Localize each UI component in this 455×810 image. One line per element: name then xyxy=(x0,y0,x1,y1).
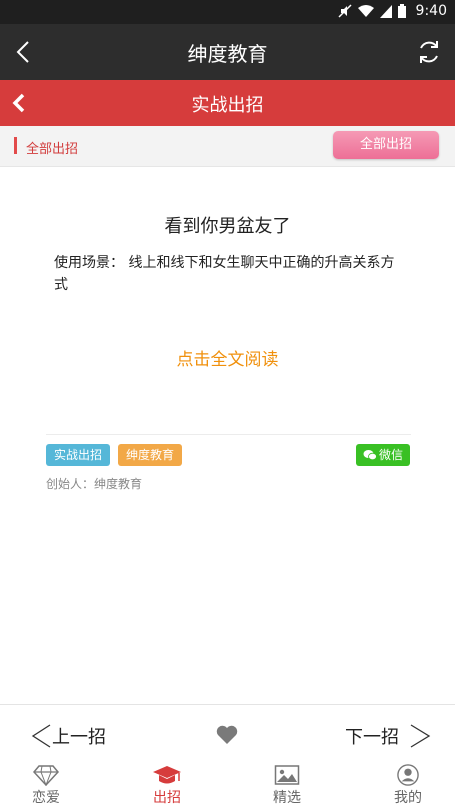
tab-label: 恋爱 xyxy=(32,790,60,806)
status-bar: 9:40 xyxy=(0,0,455,24)
wechat-icon xyxy=(363,450,377,461)
tab-label: 精选 xyxy=(273,790,301,806)
tag-category[interactable]: 实战出招 xyxy=(46,444,111,466)
creator-text: 创始人：绅度教育 xyxy=(46,477,143,491)
tab-mine[interactable]: 我的 xyxy=(368,764,448,807)
filter-bar: 全部出招 全部出招 xyxy=(0,126,455,167)
prev-button[interactable]: 上一招 xyxy=(30,723,106,749)
battery-icon xyxy=(397,4,406,18)
app-title: 绅度教育 xyxy=(187,42,268,66)
wechat-share-button[interactable]: 微信 xyxy=(355,444,410,466)
filter-marker xyxy=(14,137,17,154)
user-icon xyxy=(397,764,419,786)
pager: 上一招 下一招 xyxy=(0,704,455,763)
signal-icon xyxy=(379,4,392,18)
chevron-right-icon xyxy=(410,724,431,748)
chevron-left-icon xyxy=(31,724,51,748)
status-icons: 9:40 xyxy=(338,3,447,19)
app-bar: 绅度教育 xyxy=(0,24,455,80)
tab-love[interactable]: 恋爱 xyxy=(6,764,86,807)
prev-label: 上一招 xyxy=(52,727,106,748)
section-bar: 实战出招 xyxy=(0,80,455,126)
wifi-icon xyxy=(357,4,374,17)
section-title: 实战出招 xyxy=(191,95,264,116)
graduation-cap-icon xyxy=(153,766,181,784)
article-description: 使用场景： 线上和线下和女生聊天中正确的升高关系方式 xyxy=(54,255,395,293)
read-full-link[interactable]: 点击全文阅读 xyxy=(0,345,455,370)
tab-moves[interactable]: 出招 xyxy=(127,764,207,807)
wechat-label: 微信 xyxy=(378,448,403,462)
heart-icon[interactable] xyxy=(216,725,238,745)
tab-label: 我的 xyxy=(394,790,422,806)
article-title: 看到你男盆友了 xyxy=(164,216,291,237)
status-time: 9:40 xyxy=(415,3,447,19)
tab-featured[interactable]: 精选 xyxy=(247,764,327,807)
mute-icon xyxy=(338,4,352,18)
next-button[interactable]: 下一招 xyxy=(345,723,433,749)
tab-label: 出招 xyxy=(153,790,181,806)
divider xyxy=(46,434,411,435)
filter-label: 全部出招 xyxy=(26,142,79,157)
tag-author[interactable]: 绅度教育 xyxy=(118,444,183,466)
all-moves-button[interactable]: 全部出招 xyxy=(333,131,439,159)
diamond-icon xyxy=(33,765,59,786)
next-label: 下一招 xyxy=(345,727,399,748)
refresh-icon[interactable] xyxy=(415,38,443,66)
picture-icon xyxy=(274,765,300,785)
bottom-tab-bar: 恋爱 出招 精选 我的 xyxy=(0,762,455,810)
